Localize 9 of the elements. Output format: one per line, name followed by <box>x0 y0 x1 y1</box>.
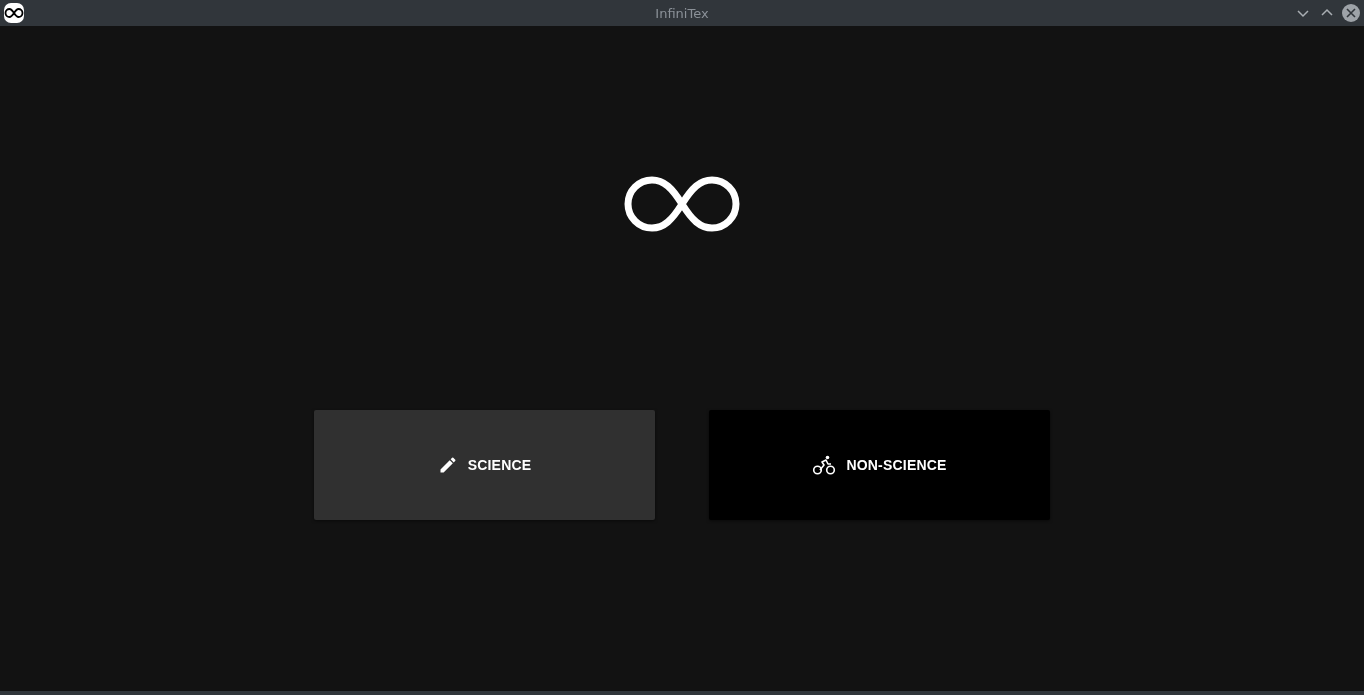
app-icon <box>4 3 24 23</box>
chevron-up-icon <box>1320 8 1334 18</box>
mode-button[interactable]: SCIENCE <box>314 410 655 520</box>
mode-button[interactable]: NON-SCIENCE <box>709 410 1050 520</box>
close-button[interactable] <box>1342 4 1360 22</box>
window-title: InfiniTex <box>655 5 709 21</box>
chevron-down-icon <box>1296 8 1310 18</box>
close-icon <box>1346 8 1356 18</box>
bicycle-icon <box>812 453 837 477</box>
